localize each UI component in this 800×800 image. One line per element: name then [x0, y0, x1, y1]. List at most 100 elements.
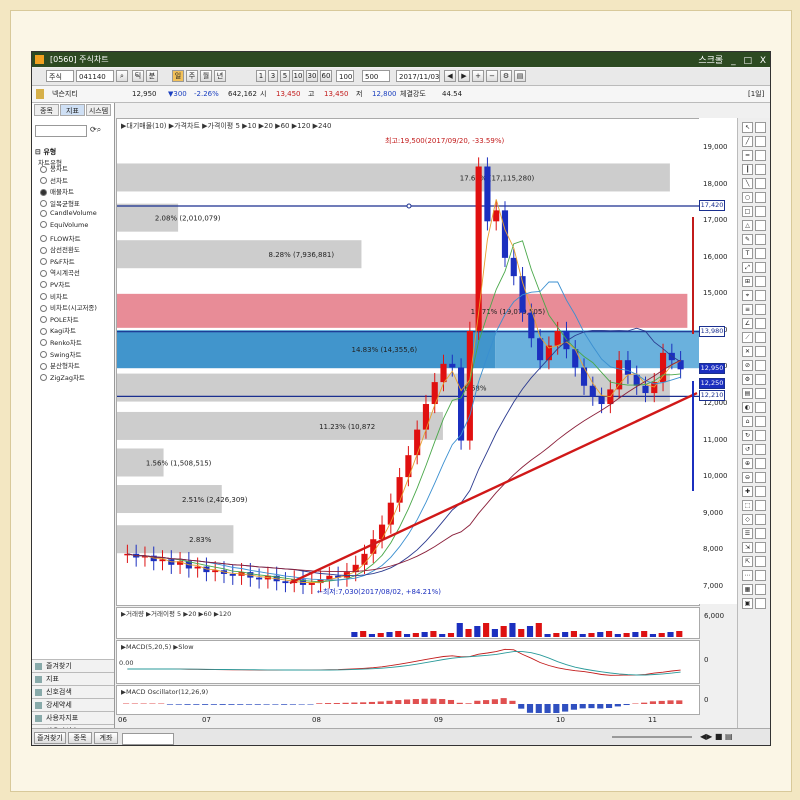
tab-indicators[interactable]: 지표 [60, 104, 85, 116]
tab-system[interactable]: 시스템 [86, 104, 111, 116]
sidebar-footer-item[interactable]: 지표 [32, 672, 114, 685]
favorite-icon[interactable] [36, 89, 44, 99]
drawing-tool-icon[interactable] [755, 150, 766, 161]
zoom-in-icon[interactable]: + [472, 70, 484, 82]
period-year-button[interactable]: 년 [214, 70, 226, 82]
radio-icon[interactable] [40, 362, 47, 370]
chart-type-item[interactable]: P&F차트 [40, 256, 97, 268]
drawing-tool-icon[interactable] [755, 458, 766, 469]
period-tick-button[interactable]: 틱 [132, 70, 144, 82]
chart-type-item[interactable]: 분산형차트 [40, 360, 97, 372]
chart-type-item[interactable]: EquiVolume [40, 221, 97, 233]
radio-icon[interactable] [40, 258, 47, 266]
bottom-tab-account[interactable]: 계좌 [94, 732, 118, 744]
drawing-tool-icon[interactable] [755, 402, 766, 413]
drawing-tool-icon[interactable]: ⊞ [742, 276, 753, 287]
prev-icon[interactable]: ◀ [444, 70, 456, 82]
chart-type-item[interactable]: Swing차트 [40, 349, 97, 361]
data-count-input[interactable]: 500 [362, 70, 390, 82]
drawing-tool-icon[interactable]: ✚ [742, 486, 753, 497]
drawing-tool-icon[interactable]: ⌂ [742, 416, 753, 427]
drawing-tool-icon[interactable]: ⟋ [742, 332, 753, 343]
drawing-tool-icon[interactable]: ━ [742, 150, 753, 161]
radio-icon[interactable] [40, 246, 47, 254]
drawing-tool-icon[interactable]: ✎ [742, 234, 753, 245]
drawing-tool-icon[interactable] [755, 346, 766, 357]
radio-icon[interactable] [40, 209, 47, 217]
close-button[interactable]: X [760, 56, 766, 66]
macd-oscillator-panel[interactable]: ▶MACD Oscillator(12,26,9) [116, 685, 700, 715]
radio-icon[interactable] [40, 293, 47, 301]
drawing-tool-icon[interactable] [755, 556, 766, 567]
drawing-tool-icon[interactable]: ☰ [742, 528, 753, 539]
next-icon[interactable]: ▶ [458, 70, 470, 82]
drawing-tool-icon[interactable]: ↖ [742, 122, 753, 133]
drawing-tool-icon[interactable]: ⋯ [742, 570, 753, 581]
drawing-tool-icon[interactable] [755, 262, 766, 273]
volume-panel[interactable]: ▶거래량 ▶거래이평 5 ▶20 ▶60 ▶120 [116, 607, 700, 639]
drawing-tool-icon[interactable]: T [742, 248, 753, 259]
sidebar-footer-item[interactable]: 즐겨찾기 [32, 659, 114, 672]
search-icon[interactable]: ⌕ [116, 70, 128, 82]
drawing-tool-icon[interactable]: ✕ [742, 346, 753, 357]
drawing-tool-icon[interactable]: ▤ [742, 388, 753, 399]
indicator-search-input[interactable] [35, 125, 87, 137]
drawing-tool-icon[interactable]: ▦ [742, 584, 753, 595]
radio-icon[interactable] [40, 200, 47, 208]
bottom-tab-stocks[interactable]: 종목 [68, 732, 92, 744]
drawing-tool-icon[interactable] [755, 206, 766, 217]
drawing-tool-icon[interactable] [755, 472, 766, 483]
drawing-tool-icon[interactable]: ◐ [742, 402, 753, 413]
chart-type-item[interactable]: 봉차트 [40, 163, 97, 175]
minimize-button[interactable]: _ [731, 56, 736, 66]
sidebar-footer-item[interactable]: 사용자지표 [32, 711, 114, 724]
drawing-tool-icon[interactable]: ┃ [742, 164, 753, 175]
price-chart[interactable]: 17.68% (17,115,280) 2.08% (2,010,079) 8.28… [116, 118, 700, 606]
radio-icon[interactable] [40, 235, 47, 243]
drawing-tool-icon[interactable]: ⊕ [742, 458, 753, 469]
sidebar-footer-item[interactable]: 강세약세 [32, 698, 114, 711]
chart-type-item[interactable]: 역시계곡선 [40, 267, 97, 279]
drawing-tool-icon[interactable]: ○ [742, 192, 753, 203]
drawing-tool-icon[interactable] [755, 584, 766, 595]
drawing-tool-icon[interactable] [755, 542, 766, 553]
period-minute-button[interactable]: 분 [146, 70, 158, 82]
maximize-button[interactable]: □ [743, 56, 752, 66]
chart-type-item[interactable]: ZigZag차트 [40, 372, 97, 384]
bottom-controls[interactable]: ◀▶ ■ ▤ [700, 732, 733, 741]
drawing-tool-icon[interactable] [755, 136, 766, 147]
chart-type-item[interactable]: 비차트 [40, 291, 97, 303]
drawing-tool-icon[interactable] [755, 318, 766, 329]
chart-type-item[interactable]: Kagi차트 [40, 325, 97, 337]
drawing-tool-icon[interactable]: ⇲ [742, 542, 753, 553]
drawing-tool-icon[interactable] [755, 528, 766, 539]
interval-30-button[interactable]: 30 [306, 70, 318, 82]
interval-5-button[interactable]: 5 [280, 70, 290, 82]
drawing-tool-icon[interactable]: ⊘ [742, 360, 753, 371]
market-select[interactable]: 주식 [46, 70, 74, 82]
drawing-tool-icon[interactable] [755, 570, 766, 581]
drawing-tool-icon[interactable] [755, 290, 766, 301]
drawing-tool-icon[interactable] [755, 234, 766, 245]
drawing-tool-icon[interactable] [755, 248, 766, 259]
radio-icon[interactable] [40, 339, 47, 347]
group-type[interactable]: ⊟ 유형 [35, 147, 56, 157]
zoom-out-icon[interactable]: − [486, 70, 498, 82]
drawing-tool-icon[interactable] [755, 388, 766, 399]
drawing-tool-icon[interactable] [755, 416, 766, 427]
drawing-tool-icon[interactable]: ⌖ [742, 290, 753, 301]
drawing-tool-icon[interactable] [755, 332, 766, 343]
scroll-button[interactable]: 스크롤 [698, 56, 723, 66]
drawing-tool-icon[interactable] [755, 164, 766, 175]
drawing-tool-icon[interactable]: △ [742, 220, 753, 231]
radio-icon[interactable] [40, 281, 47, 289]
drawing-tool-icon[interactable]: ⚙ [742, 374, 753, 385]
drawing-tool-icon[interactable]: ╱ [742, 136, 753, 147]
settings-icon[interactable]: ⚙ [500, 70, 512, 82]
chart-type-item[interactable]: POLE차트 [40, 314, 97, 326]
interval-10-button[interactable]: 10 [292, 70, 304, 82]
refresh-icon[interactable]: ⟳⌕ [90, 125, 101, 135]
macd-panel[interactable]: ▶MACD(5,20,5) ▶Slow 0.00 [116, 640, 700, 684]
display-count-input[interactable]: 100 [336, 70, 354, 82]
chart-type-item[interactable]: FLOW차트 [40, 233, 97, 245]
